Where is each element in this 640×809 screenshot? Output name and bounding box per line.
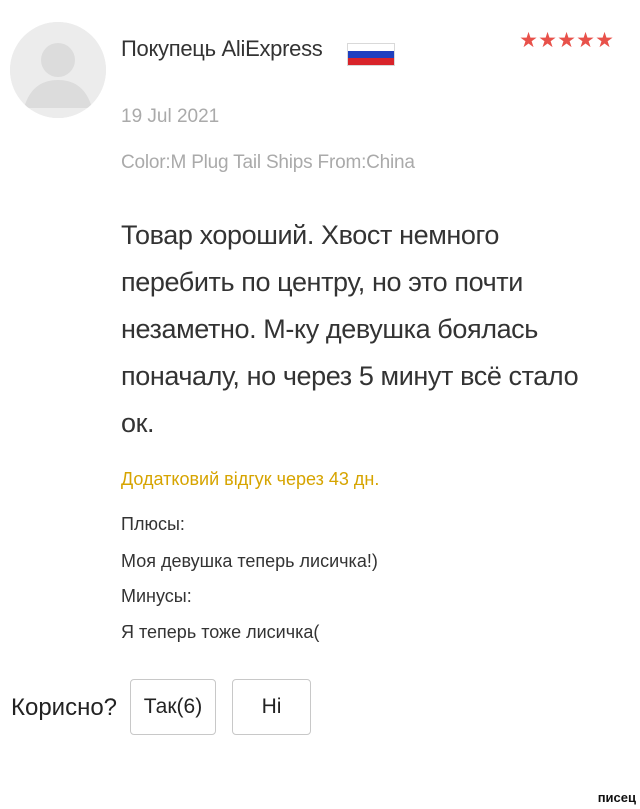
star-icon: ★ (538, 29, 557, 52)
user-silhouette-icon (10, 22, 106, 118)
flag-stripe-white (348, 44, 394, 51)
cons-label: Минусы: (121, 586, 192, 606)
reviewer-name: Покупець AliExpress (121, 36, 323, 61)
watermark: писец (597, 790, 636, 805)
cons-text: Я теперь тоже лисичка( (121, 622, 320, 642)
star-rating: ★ ★ ★ ★ ★ (519, 30, 614, 51)
user-avatar (10, 22, 106, 118)
star-icon: ★ (557, 29, 576, 52)
star-icon: ★ (576, 29, 595, 52)
review-card: Покупець AliExpress ★ ★ ★ ★ ★ 19 Jul 202… (0, 0, 640, 809)
helpful-yes-button[interactable]: Так(6) (130, 679, 216, 735)
pros-text: Моя девушка теперь лисичка!) (121, 551, 378, 571)
additional-feedback-title: Додатковий відгук через 43 дн. (121, 469, 380, 489)
flag-stripe-blue (348, 51, 394, 58)
product-variant: Color:M Plug Tail Ships From:China (121, 152, 415, 173)
russia-flag-icon (347, 43, 395, 66)
helpful-no-button[interactable]: Ні (232, 679, 311, 735)
flag-stripe-red (348, 58, 394, 65)
helpful-question: Корисно? (11, 694, 118, 721)
star-icon: ★ (519, 29, 538, 52)
review-text: Товар хороший. Хвост немного перебить по… (121, 220, 579, 438)
star-icon: ★ (595, 29, 614, 52)
review-date: 19 Jul 2021 (121, 106, 220, 127)
pros-label: Плюсы: (121, 514, 185, 534)
